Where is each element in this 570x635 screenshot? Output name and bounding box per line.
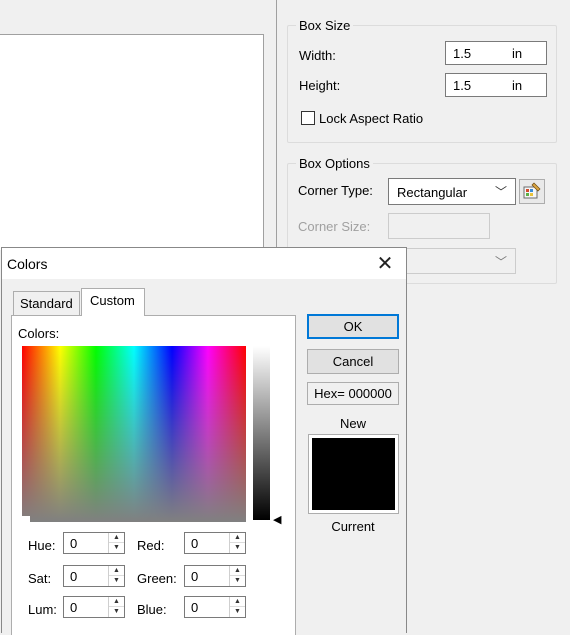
tab-custom[interactable]: Custom [81, 288, 145, 316]
ok-button[interactable]: OK [307, 314, 399, 339]
corner-type-value: Rectangular [397, 185, 468, 200]
green-value: 0 [191, 569, 199, 584]
lum-spinner[interactable]: 0 ▲ ▼ [63, 596, 125, 618]
canvas-toolbar-strip [0, 0, 264, 35]
sat-spinner[interactable]: 0 ▲ ▼ [63, 565, 125, 587]
height-input[interactable]: 1.5 in [445, 73, 547, 97]
width-label: Width: [299, 48, 336, 63]
width-input[interactable]: 1.5 in [445, 41, 547, 65]
palette-edit-icon[interactable] [519, 179, 545, 204]
spin-down-icon[interactable]: ▼ [109, 543, 124, 553]
dialog-titlebar[interactable]: Colors ✕ [2, 248, 406, 279]
colors-label: Colors: [18, 326, 60, 341]
height-value: 1.5 [453, 78, 472, 93]
box-option-dropdown: ﹀ [388, 248, 516, 274]
height-label: Height: [299, 78, 341, 93]
spin-down-icon[interactable]: ▼ [230, 607, 245, 617]
spin-down-icon[interactable]: ▼ [230, 543, 245, 553]
corner-size-input [388, 213, 490, 239]
spectrum-cursor[interactable] [22, 516, 30, 522]
lock-aspect-label[interactable]: Lock Aspect Ratio [319, 111, 423, 126]
hue-spinner[interactable]: 0 ▲ ▼ [63, 532, 125, 554]
corner-size-label: Corner Size: [298, 219, 371, 234]
red-value: 0 [191, 536, 199, 551]
color-spectrum[interactable] [22, 346, 246, 522]
current-color-label: Current [331, 519, 375, 534]
luminance-pointer-icon[interactable]: ◀ [273, 513, 281, 526]
green-spinner[interactable]: 0 ▲ ▼ [184, 565, 246, 587]
chevron-down-icon: ﹀ [494, 255, 507, 269]
spin-up-icon[interactable]: ▲ [109, 597, 124, 607]
spin-up-icon[interactable]: ▲ [230, 533, 245, 543]
new-color-label: New [339, 416, 366, 431]
dialog-title: Colors [7, 256, 48, 272]
lum-label: Lum: [28, 602, 57, 617]
blue-value: 0 [191, 600, 199, 615]
sat-value: 0 [70, 569, 78, 584]
hue-label: Hue: [28, 538, 56, 553]
spin-down-icon[interactable]: ▼ [230, 576, 245, 586]
spin-up-icon[interactable]: ▲ [230, 566, 245, 576]
spin-up-icon[interactable]: ▲ [230, 597, 245, 607]
document-canvas[interactable] [0, 0, 264, 250]
tab-standard[interactable]: Standard [13, 291, 80, 315]
corner-type-label: Corner Type: [298, 183, 373, 198]
red-spinner[interactable]: 0 ▲ ▼ [184, 532, 246, 554]
blue-label: Blue: [137, 602, 167, 617]
height-unit: in [512, 78, 523, 93]
hex-value: Hex= 000000 [307, 382, 399, 405]
blue-spinner[interactable]: 0 ▲ ▼ [184, 596, 246, 618]
sat-label: Sat: [28, 571, 52, 586]
color-preview-swatch [308, 434, 399, 514]
green-label: Green: [137, 571, 177, 586]
spin-up-icon[interactable]: ▲ [109, 566, 124, 576]
box-options-title: Box Options [296, 156, 373, 171]
cancel-button[interactable]: Cancel [307, 349, 399, 374]
color-preview-fill [312, 438, 395, 510]
lock-aspect-checkbox[interactable] [301, 111, 315, 125]
spin-down-icon[interactable]: ▼ [109, 607, 124, 617]
corner-type-select[interactable]: Rectangular ﹀ [388, 178, 516, 205]
spin-down-icon[interactable]: ▼ [109, 576, 124, 586]
red-label: Red: [137, 538, 165, 553]
hue-value: 0 [70, 536, 78, 551]
lum-value: 0 [70, 600, 78, 615]
luminance-bar[interactable] [253, 346, 270, 520]
width-value: 1.5 [453, 46, 472, 61]
close-icon[interactable]: ✕ [372, 252, 398, 276]
chevron-down-icon: ﹀ [494, 185, 507, 199]
colors-dialog: Colors ✕ Standard Custom Colors: ◀ Hue: … [1, 247, 407, 635]
width-unit: in [512, 46, 523, 61]
spin-up-icon[interactable]: ▲ [109, 533, 124, 543]
box-size-title: Box Size [296, 18, 354, 33]
